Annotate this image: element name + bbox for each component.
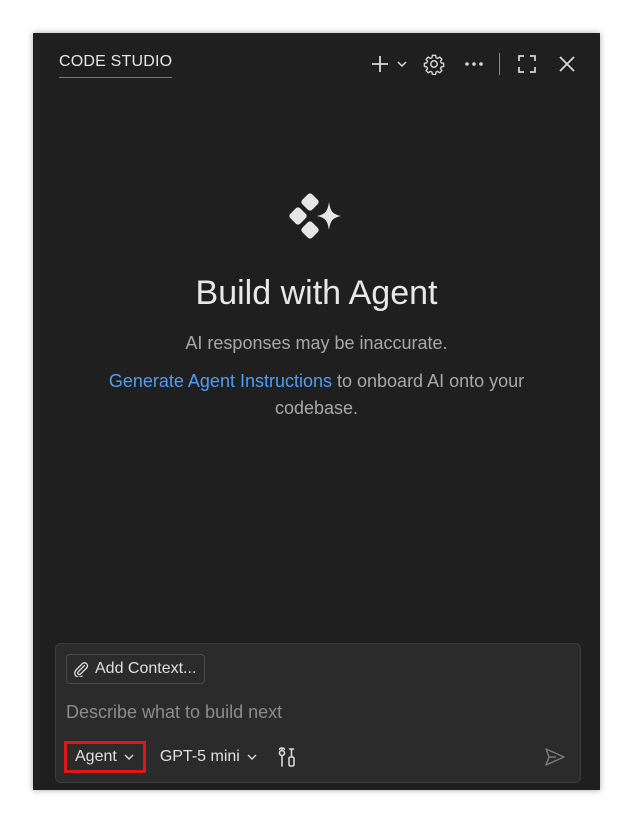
send-button[interactable] (540, 742, 570, 772)
ai-disclaimer: AI responses may be inaccurate. (185, 333, 448, 353)
generate-agent-instructions-link[interactable]: Generate Agent Instructions (109, 371, 332, 391)
gear-icon (423, 54, 445, 75)
chevron-down-icon (397, 61, 407, 68)
agent-sparkle-icon (285, 188, 349, 252)
close-icon (559, 56, 575, 72)
paperclip-icon (74, 662, 89, 677)
mode-picker[interactable]: Agent (64, 741, 146, 773)
input-toolbar: Agent GPT-5 mini (64, 739, 570, 775)
mode-label: Agent (75, 748, 117, 765)
onboard-text: Generate Agent Instructions to onboard A… (77, 368, 557, 422)
model-picker[interactable]: GPT-5 mini (156, 741, 262, 773)
maximize-button[interactable] (512, 49, 542, 79)
ellipsis-icon (465, 62, 483, 66)
panel-header: CODE STUDIO (33, 33, 600, 93)
more-actions-button[interactable] (459, 49, 489, 79)
plus-icon (372, 56, 388, 72)
chevron-down-icon (247, 754, 257, 760)
hero-title: Build with Agent (195, 274, 438, 312)
prompt-input[interactable] (66, 698, 556, 726)
tab-code-studio[interactable]: CODE STUDIO (59, 53, 173, 78)
configure-tools-button[interactable] (272, 742, 302, 772)
header-toolbar (367, 49, 582, 79)
empty-state: Build with Agent AI responses may be ina… (33, 188, 600, 422)
toolbar-separator (499, 53, 500, 75)
model-label: GPT-5 mini (159, 748, 240, 765)
add-context-button[interactable]: Add Context... (66, 654, 206, 684)
send-icon (545, 748, 565, 766)
chevron-down-icon (124, 754, 134, 760)
new-chat-button[interactable] (367, 49, 393, 79)
settings-button[interactable] (419, 49, 449, 79)
new-chat-dropdown-button[interactable] (393, 49, 411, 79)
maximize-icon (518, 55, 536, 73)
chat-input-box: Add Context... Agent GPT-5 mini (55, 643, 581, 783)
add-context-label: Add Context... (95, 660, 197, 677)
code-studio-panel: CODE STUDIO Build with Agent AI response… (33, 33, 600, 790)
close-button[interactable] (552, 49, 582, 79)
tools-icon (278, 747, 295, 767)
